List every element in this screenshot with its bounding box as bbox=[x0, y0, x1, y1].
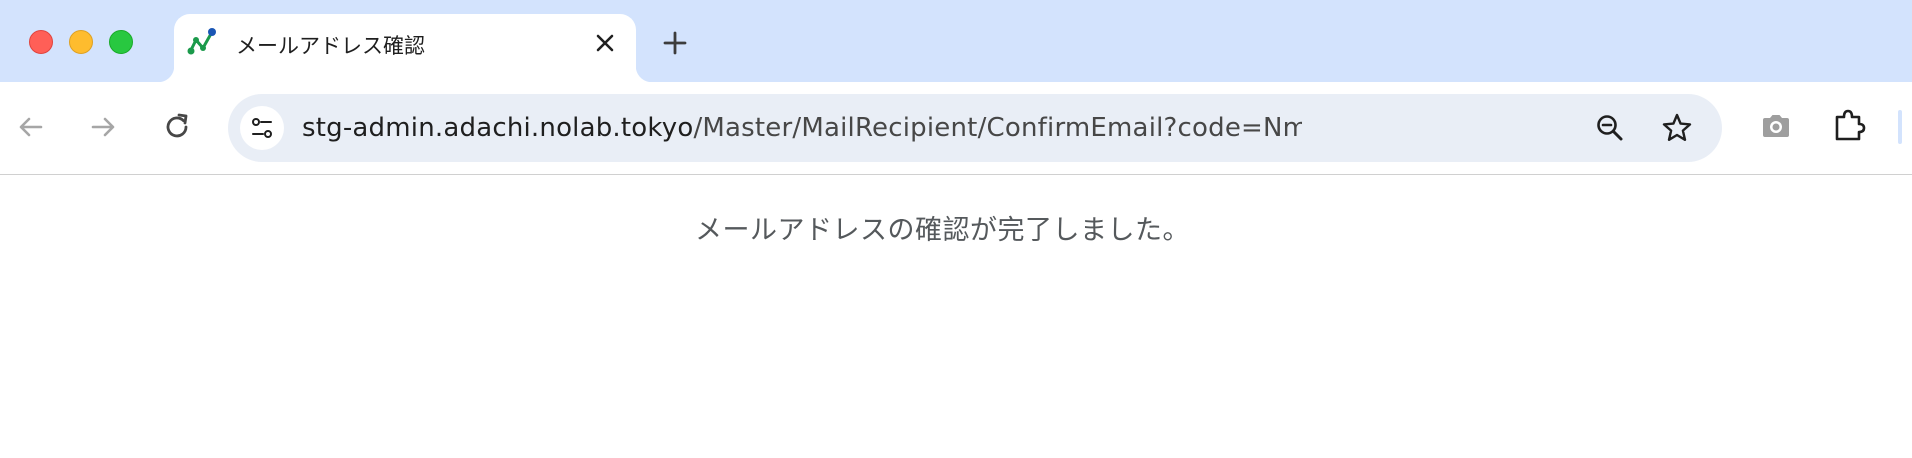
app-logo-icon bbox=[187, 28, 216, 55]
window-zoom-button[interactable] bbox=[109, 30, 133, 54]
address-bar[interactable]: stg-admin.adachi.nolab.tokyo/Master/Mail… bbox=[228, 94, 1722, 162]
site-info-button[interactable] bbox=[240, 106, 284, 150]
window-close-button[interactable] bbox=[29, 30, 53, 54]
extensions-puzzle-icon[interactable] bbox=[1830, 106, 1868, 144]
reload-icon[interactable] bbox=[160, 110, 194, 144]
confirmation-message: メールアドレスの確認が完了しました。 bbox=[695, 215, 1190, 246]
toolbar-edge-indicator bbox=[1898, 110, 1902, 144]
tab-strip: メールアドレス確認 bbox=[0, 0, 1912, 82]
browser-toolbar: stg-admin.adachi.nolab.tokyo/Master/Mail… bbox=[0, 82, 1912, 175]
bookmark-star-icon[interactable] bbox=[1660, 111, 1694, 145]
close-icon[interactable] bbox=[592, 30, 618, 56]
zoom-out-icon[interactable] bbox=[1594, 112, 1626, 144]
tune-icon bbox=[252, 118, 272, 138]
camera-icon[interactable] bbox=[1758, 108, 1794, 144]
tab-title: メールアドレス確認 bbox=[236, 34, 425, 58]
window-minimize-button[interactable] bbox=[69, 30, 93, 54]
url-host: stg-admin.adachi.nolab.tokyo bbox=[302, 113, 694, 143]
forward-arrow-icon[interactable] bbox=[86, 110, 120, 144]
url-text[interactable]: stg-admin.adachi.nolab.tokyo/Master/Mail… bbox=[302, 113, 1302, 143]
back-arrow-icon[interactable] bbox=[14, 110, 48, 144]
plus-icon[interactable] bbox=[660, 28, 690, 58]
active-tab[interactable]: メールアドレス確認 bbox=[158, 14, 652, 82]
url-path: /Master/MailRecipient/ConfirmEmail?code=… bbox=[693, 113, 1302, 143]
